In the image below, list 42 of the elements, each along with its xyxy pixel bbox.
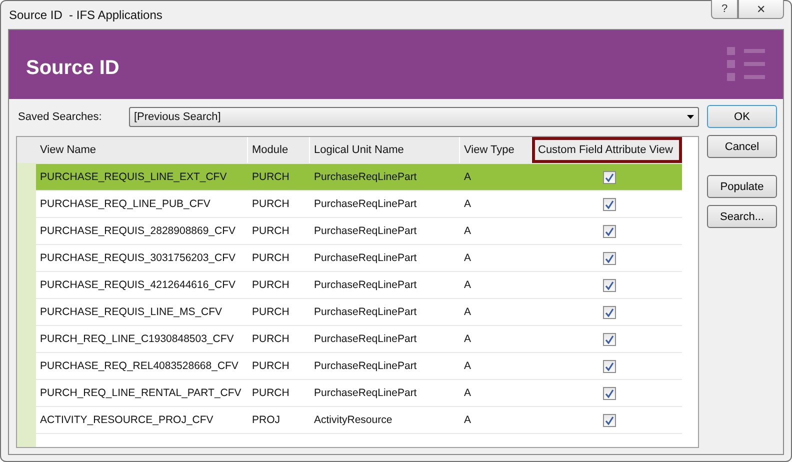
column-header[interactable]: View Type	[460, 137, 532, 163]
caret-icon	[687, 115, 694, 119]
column-header[interactable]: View Name	[36, 137, 248, 163]
table-row[interactable]: PURCH_REQ_LINE_C1930848503_CFV PURCH PurchaseReqLinePart A	[36, 326, 682, 353]
table-row[interactable]: PURCHASE_REQUIS_3031756203_CFV PURCH PurchaseReqLinePart A	[36, 245, 682, 272]
checkbox[interactable]	[602, 360, 616, 372]
header-title: Source ID	[26, 57, 120, 80]
dialog-button[interactable]: Cancel	[707, 135, 777, 158]
checkbox[interactable]	[602, 332, 616, 346]
checkbox[interactable]	[602, 414, 616, 426]
list-icon	[727, 46, 765, 82]
table-cell: PURCHASE_REQUIS_LINE_EXT_CFV	[36, 164, 248, 190]
help-button[interactable]: ?	[711, 0, 738, 19]
table-row[interactable]: ACTIVITY_RESOURCE_PROJ_CFV PROJ ActivityResource A	[36, 407, 682, 434]
table-cell: PurchaseReqLinePart	[310, 164, 460, 190]
column-header[interactable]: Logical Unit Name	[310, 137, 460, 163]
table-cell: A	[460, 164, 532, 190]
table-row[interactable]: PURCH_REQ_LINE_RENTAL_PART_CFV PURCH PurchaseReqLinePart A	[36, 380, 682, 407]
checkbox[interactable]	[602, 306, 616, 318]
table-row[interactable]: PURCHASE_REQUIS_LINE_MS_CFV PURCH PurchaseReqLinePart A	[36, 299, 682, 326]
table-row[interactable]: PURCHASE_REQUIS_2828908869_CFV PURCH PurchaseReqLinePart A	[36, 218, 682, 245]
checkbox[interactable]	[602, 224, 616, 238]
table-row[interactable]: PURCHASE_REQ_REL4083528668_CFV PURCH PurchaseReqLinePart A	[36, 353, 682, 380]
column-header[interactable]: Module	[248, 137, 310, 163]
checkbox[interactable]	[602, 386, 616, 400]
checkbox[interactable]	[602, 278, 616, 292]
table-row[interactable]: PURCHASE_REQUIS_LINE_EXT_CFV PURCH PurchaseReqLinePart A	[36, 164, 682, 191]
table-cell: PURCH	[248, 164, 310, 190]
table-row[interactable]: PURCHASE_REQ_LINE_PUB_CFV PURCH PurchaseReqLinePart A	[36, 191, 682, 218]
table-corner	[17, 137, 36, 163]
checkbox[interactable]	[602, 252, 616, 264]
dialog-button[interactable]: Populate	[707, 175, 777, 198]
checkbox[interactable]	[602, 170, 616, 184]
dialog-button[interactable]: Search...	[707, 205, 777, 228]
column-header[interactable]: Custom Field Attribute View	[532, 137, 682, 163]
saved-searches-label: Saved Searches:	[17, 111, 103, 123]
window-title: Source ID - IFS Applications	[9, 8, 162, 22]
checkbox[interactable]	[602, 198, 616, 210]
saved-searches-dropdown[interactable]: [Previous Search]	[129, 107, 699, 127]
dialog-button[interactable]: OK	[707, 105, 777, 128]
close-button[interactable]: ✕	[738, 0, 784, 19]
table-row[interactable]: PURCHASE_REQUIS_4212644616_CFV PURCH PurchaseReqLinePart A	[36, 272, 682, 299]
